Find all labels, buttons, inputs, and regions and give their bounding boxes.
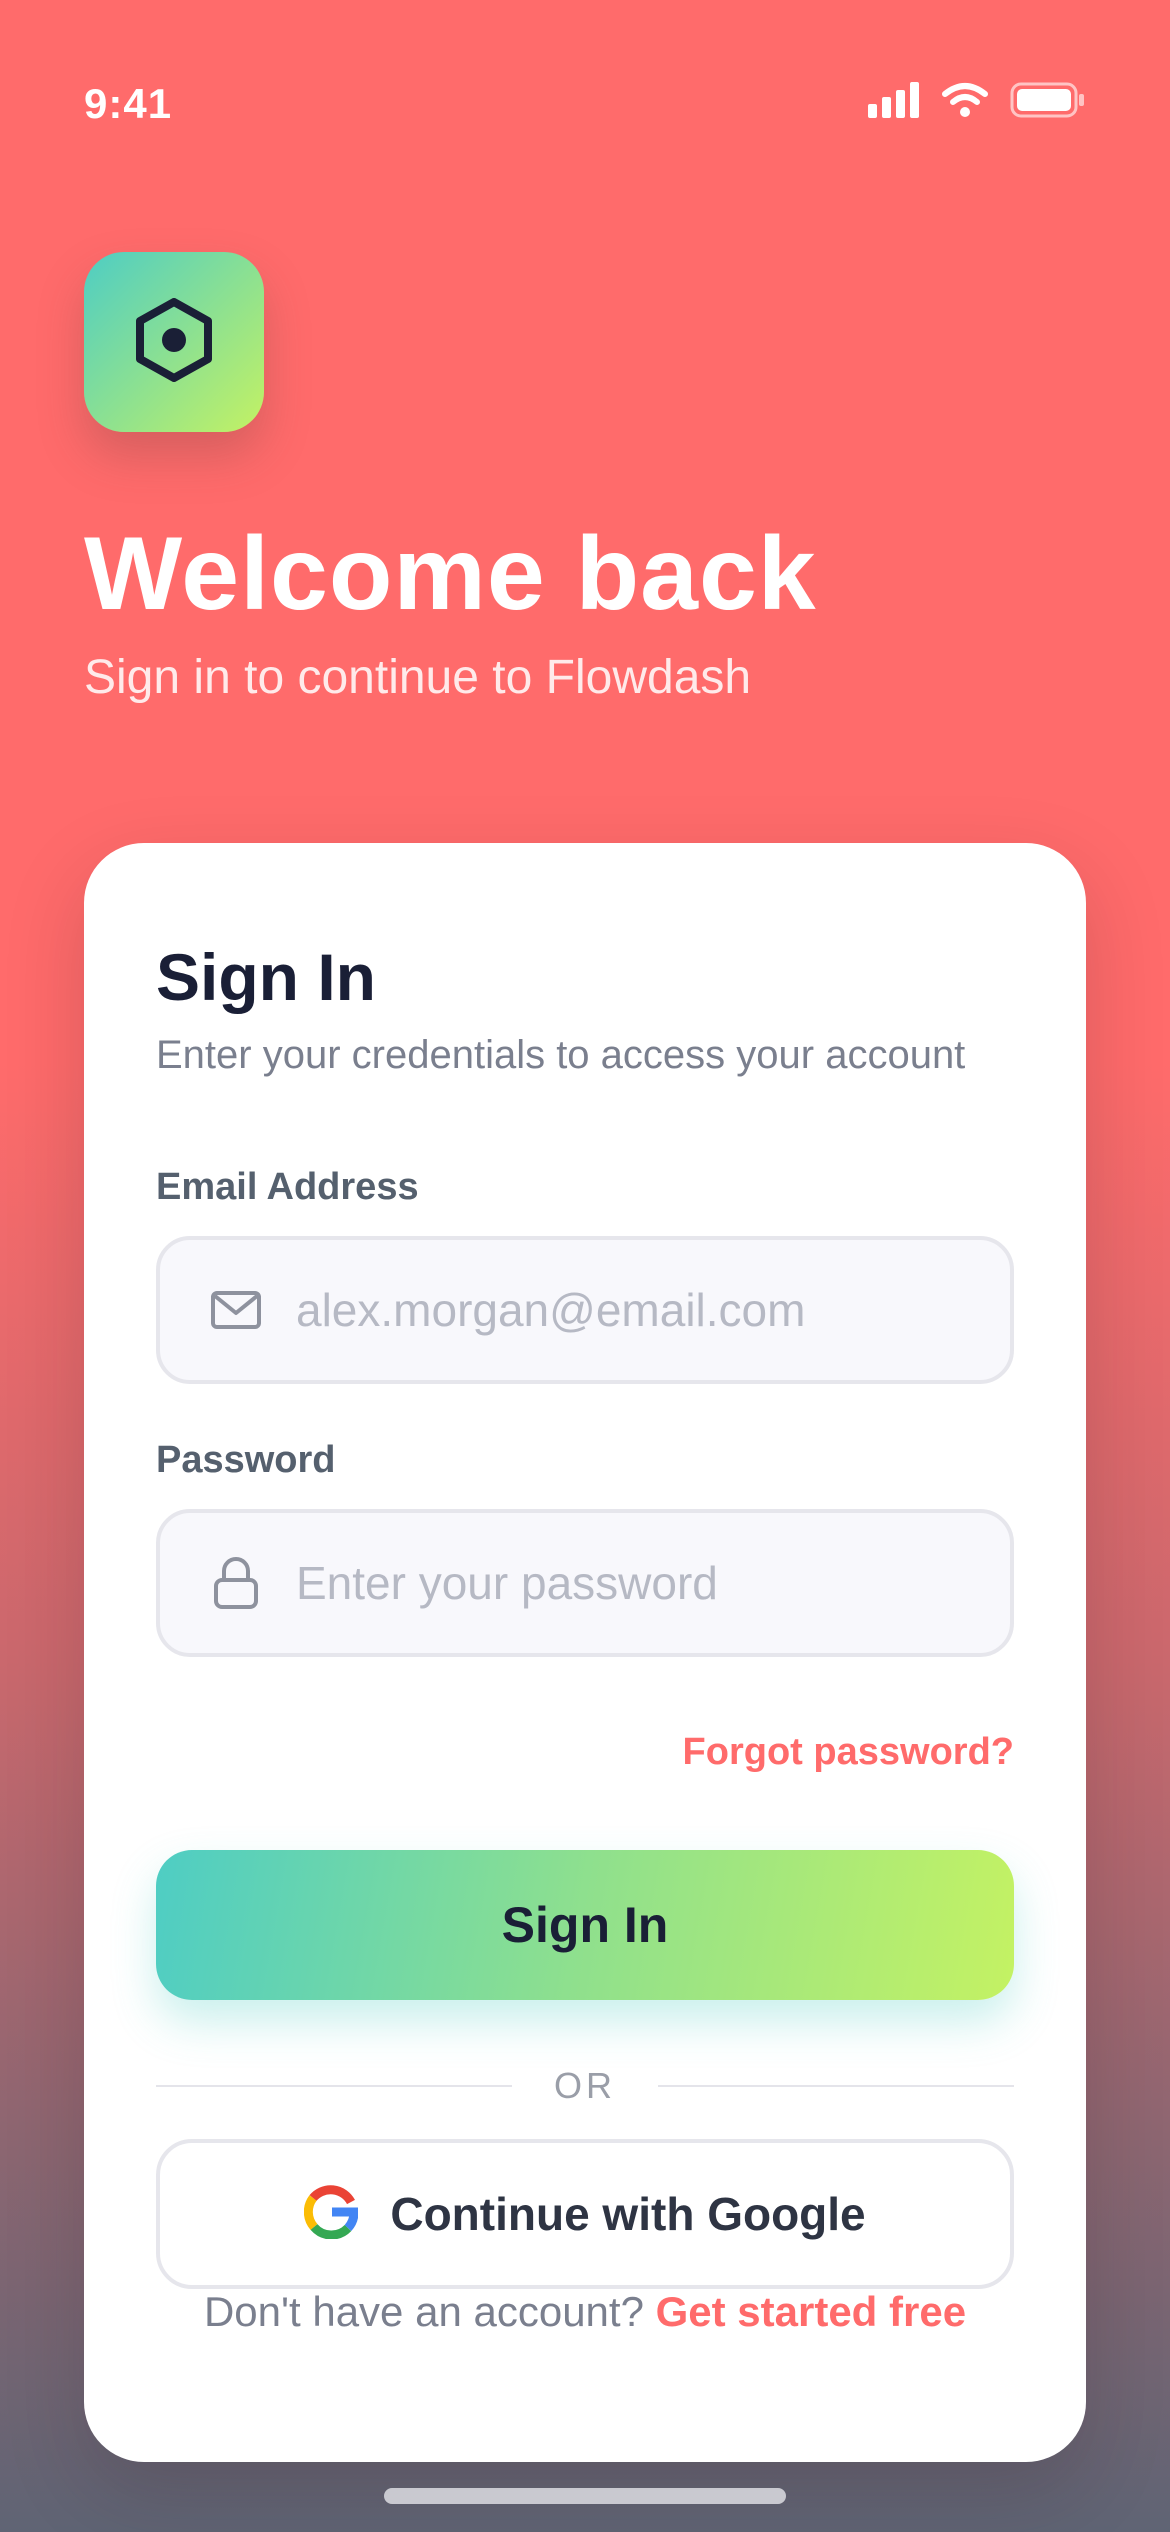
app-logo	[84, 252, 264, 432]
password-label: Password	[156, 1439, 336, 1481]
signup-prompt: Don't have an account?	[203, 2288, 644, 2335]
page-subtitle: Sign in to continue to Flowdash	[84, 651, 752, 704]
status-time: 9:41	[84, 80, 173, 127]
wifi-icon	[942, 82, 988, 123]
email-label: Email Address	[156, 1166, 419, 1208]
google-signin-button[interactable]: Continue with Google	[156, 2139, 1014, 2289]
or-divider: OR	[156, 2065, 1014, 2106]
lock-icon	[200, 1556, 272, 1610]
google-button-label: Continue with Google	[390, 2188, 866, 2240]
password-input[interactable]	[296, 1556, 976, 1610]
password-field[interactable]	[156, 1509, 1014, 1657]
signup-row: Don't have an account? Get started free	[84, 2288, 1086, 2336]
sign-in-button[interactable]: Sign In	[156, 1850, 1014, 2000]
divider-label: OR	[554, 2065, 616, 2106]
card-title: Sign In	[156, 940, 376, 1014]
forgot-password-link[interactable]: Forgot password?	[683, 1731, 1014, 1774]
battery-icon	[1010, 82, 1086, 123]
google-icon	[304, 2184, 359, 2244]
mail-icon	[200, 1290, 272, 1330]
hexagon-logo-icon	[134, 297, 214, 387]
signin-card: Sign In Enter your credentials to access…	[84, 843, 1086, 2462]
card-subtitle: Enter your credentials to access your ac…	[156, 1033, 966, 1077]
cellular-signal-icon	[868, 82, 920, 123]
home-indicator[interactable]	[384, 2488, 786, 2504]
status-icons	[868, 82, 1086, 123]
page-title: Welcome back	[84, 516, 817, 632]
get-started-link[interactable]: Get started free	[656, 2288, 966, 2335]
status-bar: 9:41	[84, 76, 1086, 132]
email-input[interactable]	[296, 1283, 976, 1337]
email-field[interactable]	[156, 1236, 1014, 1384]
